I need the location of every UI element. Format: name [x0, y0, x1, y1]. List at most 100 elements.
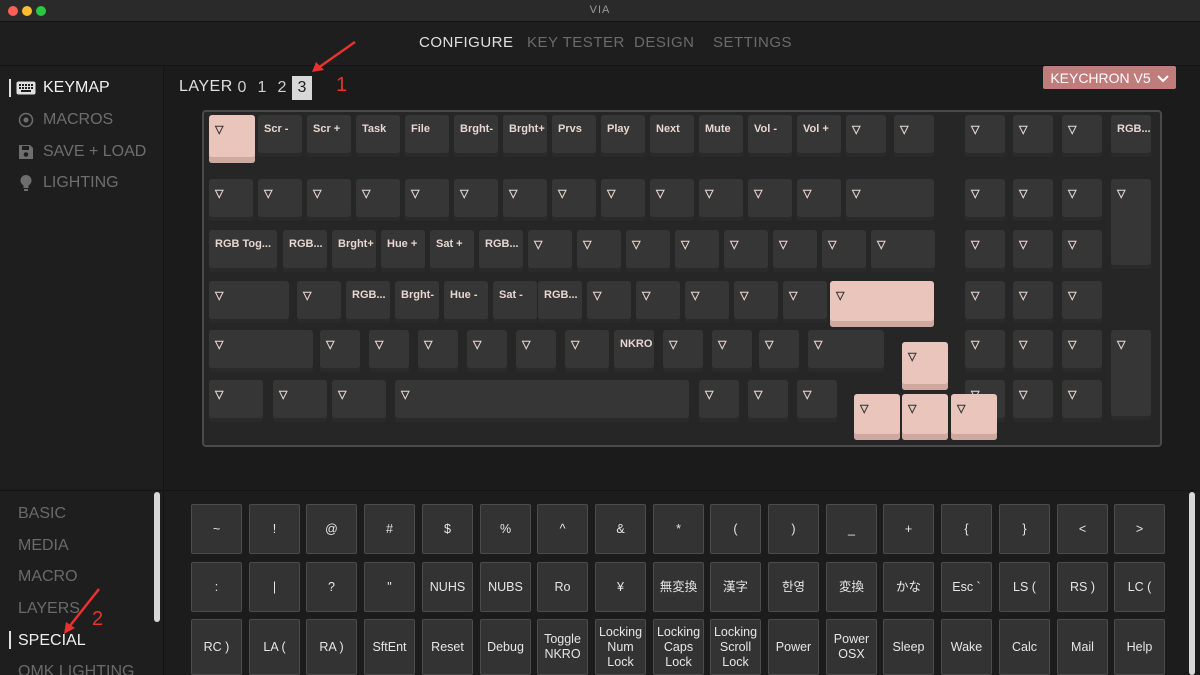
special-key-button[interactable]: LC (	[1114, 562, 1165, 612]
special-key-button[interactable]: ~	[191, 504, 242, 554]
keyboard-key[interactable]: ▽	[369, 330, 409, 372]
keyboard-key[interactable]: Sat -	[493, 281, 537, 323]
keyboard-key[interactable]: RGB...	[538, 281, 582, 323]
keyboard-key[interactable]: ▽	[503, 179, 547, 221]
keyboard-key[interactable]: ▽	[1062, 115, 1102, 157]
special-key-button[interactable]: >	[1114, 504, 1165, 554]
keyboard-key[interactable]: Brght-	[454, 115, 498, 157]
keyboard-key[interactable]: ▽	[1013, 115, 1053, 157]
keyboard-key[interactable]: ▽	[577, 230, 621, 272]
keyboard-key[interactable]: Vol -	[748, 115, 792, 157]
keyboard-key[interactable]: ▽	[846, 179, 934, 221]
keyboard-key[interactable]: RGB...	[346, 281, 390, 323]
layer-3-button[interactable]: 3	[292, 76, 312, 100]
special-key-button[interactable]: ¥	[595, 562, 646, 612]
keyboard-key[interactable]: ▽	[965, 179, 1005, 221]
keyboard-key[interactable]: ▽	[797, 380, 837, 422]
layer-0-button[interactable]: 0	[232, 76, 252, 100]
keyboard-key[interactable]: Scr +	[307, 115, 351, 157]
special-key-button[interactable]: &	[595, 504, 646, 554]
keyboard-key[interactable]: ▽	[846, 115, 886, 157]
keyboard-key[interactable]: ▽	[965, 230, 1005, 272]
special-key-button[interactable]: 無変換	[653, 562, 704, 612]
tab-settings[interactable]: SETTINGS	[713, 34, 792, 51]
keyboard-key[interactable]: ▽	[773, 230, 817, 272]
special-key-button[interactable]: $	[422, 504, 473, 554]
special-key-button[interactable]: Sleep	[883, 619, 934, 675]
special-key-button[interactable]: Ro	[537, 562, 588, 612]
keyboard-key[interactable]: ▽	[565, 330, 609, 372]
keyboard-key[interactable]: ▽	[273, 380, 327, 422]
keyboard-key[interactable]: Mute	[699, 115, 743, 157]
keyboard-key[interactable]: ▽	[552, 179, 596, 221]
keyboard-key[interactable]: Next	[650, 115, 694, 157]
keyboard-key[interactable]: ▽	[209, 115, 255, 163]
keyboard-key[interactable]: ▽	[209, 281, 289, 323]
special-key-button[interactable]: 한영	[768, 562, 819, 612]
special-key-button[interactable]: _	[826, 504, 877, 554]
special-key-button[interactable]: @	[306, 504, 357, 554]
category-macro[interactable]: MACRO	[18, 568, 78, 586]
keyboard-key[interactable]: Play	[601, 115, 645, 157]
keyboard-key[interactable]: ▽	[209, 380, 263, 422]
keyboard-key[interactable]: ▽	[418, 330, 458, 372]
keyboard-key[interactable]: Task	[356, 115, 400, 157]
keyboard-key[interactable]: ▽	[209, 179, 253, 221]
keyboard-key[interactable]: ▽	[951, 394, 997, 440]
keyboard-key[interactable]: ▽	[808, 330, 884, 372]
keyboard-key[interactable]: Vol +	[797, 115, 841, 157]
keyboard-key[interactable]: ▽	[297, 281, 341, 323]
keyboard-key[interactable]: ▽	[395, 380, 689, 422]
keyboard-key[interactable]: RGB...	[1111, 115, 1151, 157]
special-key-button[interactable]: SftEnt	[364, 619, 415, 675]
keyboard-key[interactable]: ▽	[894, 115, 934, 157]
keyboard-key[interactable]: ▽	[699, 380, 739, 422]
sidebar-item-keymap[interactable]: KEYMAP	[16, 77, 110, 99]
keyboard-key[interactable]: ▽	[650, 179, 694, 221]
keyboard-key[interactable]: ▽	[797, 179, 841, 221]
special-key-button[interactable]: )	[768, 504, 819, 554]
category-qmk-lighting[interactable]: QMK LIGHTING	[18, 663, 134, 675]
keyboard-key[interactable]: ▽	[587, 281, 631, 323]
keys-scrollbar[interactable]	[1189, 492, 1195, 675]
keyboard-key[interactable]: RGB Tog...	[209, 230, 277, 272]
keyboard-key[interactable]: ▽	[528, 230, 572, 272]
keyboard-key[interactable]: ▽	[405, 179, 449, 221]
special-key-button[interactable]: *	[653, 504, 704, 554]
category-scrollbar[interactable]	[154, 492, 160, 622]
keyboard-key[interactable]: ▽	[626, 230, 670, 272]
special-key-button[interactable]: Power OSX	[826, 619, 877, 675]
tab-design[interactable]: DESIGN	[634, 34, 695, 51]
tab-key-tester[interactable]: KEY TESTER	[527, 34, 625, 51]
keyboard-key[interactable]: ▽	[902, 342, 948, 390]
sidebar-item-save-load[interactable]: SAVE + LOAD	[16, 141, 146, 163]
special-key-button[interactable]: RS )	[1057, 562, 1108, 612]
keyboard-key[interactable]: ▽	[454, 179, 498, 221]
keyboard-key[interactable]: ▽	[1013, 281, 1053, 323]
keyboard-key[interactable]: Sat +	[430, 230, 474, 272]
keyboard-key[interactable]: ▽	[356, 179, 400, 221]
keyboard-key[interactable]: Brght+	[503, 115, 547, 157]
special-key-button[interactable]: Locking Num Lock	[595, 619, 646, 675]
special-key-button[interactable]: #	[364, 504, 415, 554]
special-key-button[interactable]: |	[249, 562, 300, 612]
keyboard-key[interactable]: ▽	[1062, 179, 1102, 221]
category-basic[interactable]: BASIC	[18, 505, 66, 523]
keyboard-key[interactable]: Hue +	[381, 230, 425, 272]
special-key-button[interactable]: <	[1057, 504, 1108, 554]
keyboard-key[interactable]: ▽	[307, 179, 351, 221]
keyboard-key[interactable]: ▽	[965, 330, 1005, 372]
special-key-button[interactable]: %	[480, 504, 531, 554]
special-key-button[interactable]: Wake	[941, 619, 992, 675]
keyboard-key[interactable]: ▽	[734, 281, 778, 323]
special-key-button[interactable]: LA (	[249, 619, 300, 675]
keyboard-key[interactable]: ▽	[871, 230, 935, 272]
keyboard-key[interactable]: ▽	[209, 330, 313, 372]
special-key-button[interactable]: Locking Caps Lock	[653, 619, 704, 675]
special-key-button[interactable]: ?	[306, 562, 357, 612]
keyboard-key[interactable]: ▽	[1062, 281, 1102, 323]
keyboard-key[interactable]: ▽	[1111, 330, 1151, 420]
special-key-button[interactable]: Debug	[480, 619, 531, 675]
keyboard-key[interactable]: ▽	[1062, 230, 1102, 272]
special-key-button[interactable]: NUBS	[480, 562, 531, 612]
